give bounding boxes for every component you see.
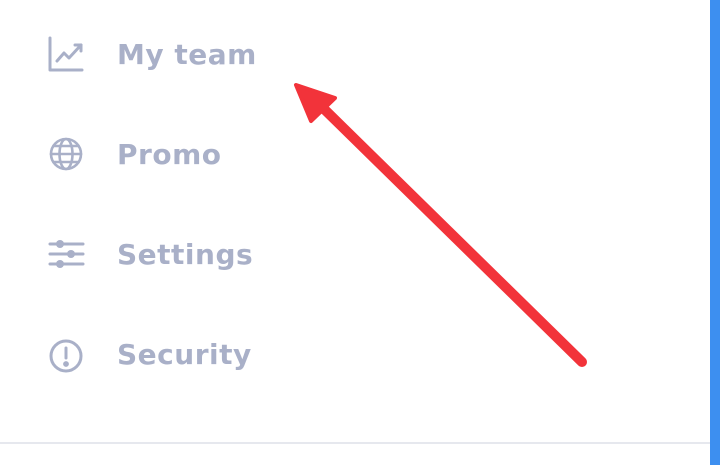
sliders-icon: [46, 234, 86, 274]
sidebar-item-label: My team: [117, 37, 257, 71]
sidebar-item-label: Security: [117, 337, 252, 371]
alert-circle-icon: [46, 334, 86, 374]
divider: [0, 442, 710, 444]
sidebar-item-promo[interactable]: Promo: [46, 132, 221, 176]
page: My team Promo Settings Security: [0, 0, 720, 465]
globe-icon: [46, 134, 86, 174]
sidebar-item-label: Promo: [117, 137, 222, 171]
sidebar-item-my-team[interactable]: My team: [46, 32, 257, 76]
sidebar-item-security[interactable]: Security: [46, 332, 252, 376]
scrollbar[interactable]: [710, 0, 720, 465]
chart-line-icon: [46, 34, 86, 74]
sidebar-item-label: Settings: [117, 237, 254, 271]
sidebar-menu: My team Promo Settings Security: [0, 0, 710, 465]
sidebar-item-settings[interactable]: Settings: [46, 232, 253, 276]
